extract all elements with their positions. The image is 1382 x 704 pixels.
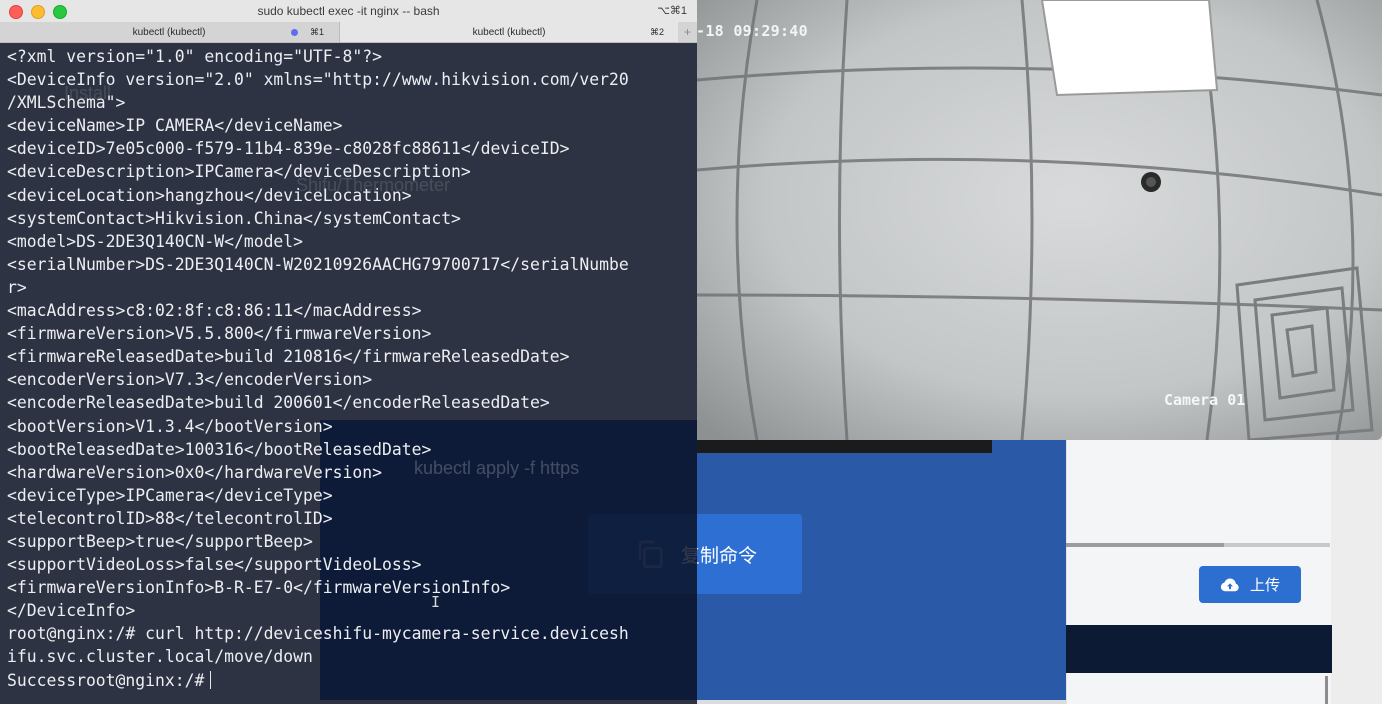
window-shortcut: ⌥⌘1	[657, 5, 687, 17]
upload-button[interactable]: 上传	[1199, 566, 1301, 603]
terminal-line: r>	[7, 277, 27, 297]
activity-indicator-icon	[291, 28, 298, 36]
text-cursor-icon: I	[431, 593, 441, 611]
background-ghost-text: Install	[64, 83, 112, 103]
terminal-line: <telecontrolID>88</telecontrolID>	[7, 508, 333, 528]
terminal-line: <serialNumber>DS-2DE3Q140CN-W20210926AAC…	[7, 254, 629, 274]
terminal-line: <bootVersion>V1.3.4</bootVersion>	[7, 416, 333, 436]
upload-progress-fill	[1066, 543, 1225, 547]
terminal-window[interactable]: sudo kubectl exec -it nginx -- bash ⌥⌘1 …	[0, 0, 697, 704]
terminal-line: <deviceID>7e05c000-f579-11b4-839e-c8028f…	[7, 139, 570, 159]
navy-footer-bar	[1066, 625, 1332, 673]
terminal-line: <firmwareVersion>V5.5.800</firmwareVersi…	[7, 324, 432, 344]
new-tab-button[interactable]: +	[678, 22, 697, 42]
terminal-output[interactable]: Install Shifu/Thermometer kubectl apply …	[0, 43, 697, 704]
terminal-line: <supportBeep>true</supportBeep>	[7, 531, 313, 551]
cloud-upload-icon	[1220, 577, 1239, 591]
terminal-line: <model>DS-2DE3Q140CN-W</model>	[7, 231, 304, 251]
upload-progress-track	[1066, 543, 1330, 547]
scrollbar[interactable]	[1325, 676, 1328, 704]
terminal-cursor	[210, 670, 212, 689]
terminal-line: <hardwareVersion>0x0</hardwareVersion>	[7, 462, 382, 482]
dark-strip	[697, 440, 992, 453]
terminal-line: <deviceType>IPCamera</deviceType>	[7, 485, 333, 505]
window-title: sudo kubectl exec -it nginx -- bash	[257, 4, 440, 18]
prompt-text: Successroot@nginx:/#	[7, 670, 205, 690]
terminal-line: ifu.svc.cluster.local/move/down	[7, 647, 313, 667]
terminal-line: <supportVideoLoss>false</supportVideoLos…	[7, 555, 422, 575]
page-edge	[1331, 440, 1382, 704]
upload-label: 上传	[1249, 577, 1280, 594]
terminal-line: <macAddress>c8:02:8f:c8:86:11</macAddres…	[7, 301, 422, 321]
tab-bar: kubectl (kubectl) ⌘1 kubectl (kubectl) ⌘…	[0, 22, 697, 43]
camera-feed: -18 09:29:40 Camera 01	[697, 0, 1382, 440]
terminal-line: <deviceName>IP CAMERA</deviceName>	[7, 116, 343, 136]
camera-timestamp: -18 09:29:40	[697, 22, 808, 40]
terminal-line: root@nginx:/# curl http://deviceshifu-my…	[7, 624, 629, 644]
terminal-line: <encoderVersion>V7.3</encoderVersion>	[7, 370, 373, 390]
terminal-lines: <?xml version="1.0" encoding="UTF-8"?> <D…	[7, 45, 697, 669]
tab-label: kubectl (kubectl)	[472, 26, 546, 38]
terminal-line: <firmwareReleasedDate>build 210816</firm…	[7, 347, 570, 367]
terminal-line: <?xml version="1.0" encoding="UTF-8"?>	[7, 47, 382, 66]
tab-label: kubectl (kubectl)	[132, 26, 206, 38]
tab-kubectl-2[interactable]: kubectl (kubectl) ⌘2	[339, 22, 678, 42]
background-ghost-text: Shifu/Thermometer	[296, 175, 451, 195]
ceiling-image	[697, 0, 1382, 440]
tab-shortcut: ⌘1	[309, 26, 324, 37]
terminal-line: <systemContact>Hikvision.China</systemCo…	[7, 208, 461, 228]
title-bar[interactable]: sudo kubectl exec -it nginx -- bash ⌥⌘1	[0, 0, 697, 23]
terminal-prompt-line[interactable]: Successroot@nginx:/#	[7, 669, 697, 692]
terminal-line: <firmwareVersionInfo>B-R-E7-0</firmwareV…	[7, 578, 511, 598]
terminal-line: <encoderReleasedDate>build 200601</encod…	[7, 393, 550, 413]
terminal-line: <bootReleasedDate>100316</bootReleasedDa…	[7, 439, 432, 459]
tab-kubectl-1[interactable]: kubectl (kubectl) ⌘1	[0, 22, 338, 42]
camera-label: Camera 01	[1164, 391, 1246, 409]
tab-shortcut: ⌘2	[649, 26, 664, 37]
background-ghost-text: kubectl apply -f https	[414, 458, 580, 478]
terminal-line: </DeviceInfo>	[7, 601, 136, 621]
